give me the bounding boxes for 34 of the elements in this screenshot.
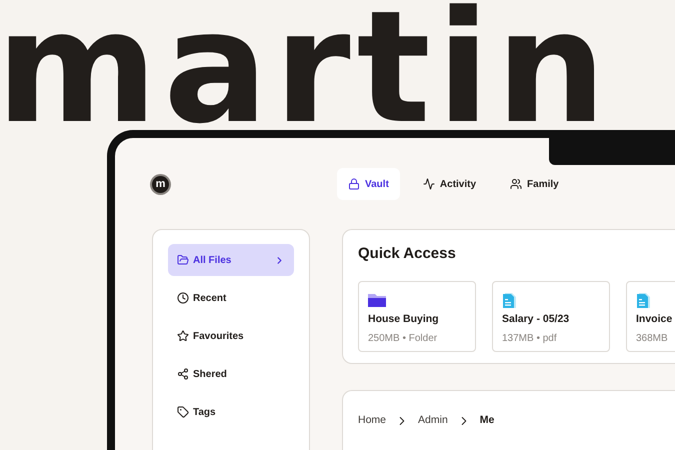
nav-tab[interactable]: Activity: [412, 168, 488, 200]
tag-icon: [177, 406, 189, 418]
logo: m: [152, 176, 169, 192]
brand-wordmark: martin: [0, 0, 612, 136]
sidebar-item[interactable]: Favourites: [168, 320, 294, 352]
breadcrumb-link[interactable]: Me: [480, 413, 494, 429]
file-card[interactable]: Salary - 05/23 137MB • pdf: [492, 280, 610, 352]
file-card[interactable]: Invoice 368MB: [626, 280, 675, 352]
file-meta: 250MB • Folder: [368, 332, 438, 346]
file-card[interactable]: House Buying 250MB • Folder: [358, 280, 476, 352]
share-icon: [177, 368, 189, 380]
breadcrumb-link[interactable]: Admin: [418, 413, 448, 429]
folder-icon: [368, 293, 386, 307]
sidebar-item[interactable]: Shered: [168, 358, 294, 390]
star-icon: [177, 330, 189, 342]
file-meta: 368MB: [636, 332, 669, 346]
file-name: Invoice: [636, 312, 674, 326]
folder-icon: [177, 254, 189, 266]
panel-title: Quick Access: [358, 244, 457, 264]
nav-tab[interactable]: Family: [499, 168, 570, 200]
nav-tab[interactable]: Vault: [337, 168, 400, 200]
sidebar-item[interactable]: Tags: [168, 396, 294, 428]
document-icon: [636, 292, 652, 308]
breadcrumb-link[interactable]: Home: [358, 413, 386, 429]
clock-icon: [177, 292, 189, 304]
file-meta: 137MB • pdf: [502, 332, 558, 346]
file-name: House Buying: [368, 312, 440, 326]
document-icon: [502, 292, 518, 308]
people-icon: [510, 178, 522, 190]
sidebar-item[interactable]: All Files: [168, 244, 294, 276]
sidebar-item[interactable]: Recent: [168, 282, 294, 314]
lock-icon: [348, 178, 360, 190]
pulse-icon: [422, 178, 435, 190]
file-name: Salary - 05/23: [502, 312, 570, 326]
